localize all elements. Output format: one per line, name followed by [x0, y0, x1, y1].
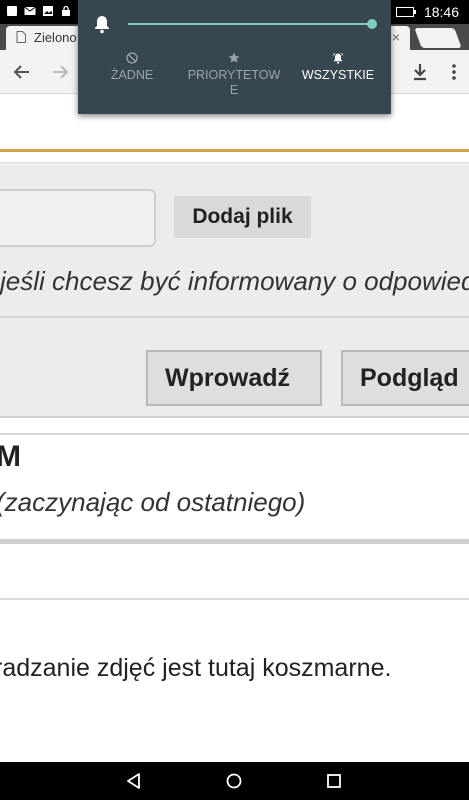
nav-home-icon[interactable]	[225, 772, 243, 790]
do-not-disturb-icon	[126, 52, 138, 64]
clock: 18:46	[423, 4, 459, 20]
file-name-field[interactable]	[0, 189, 156, 247]
comments-title: M	[0, 440, 21, 473]
comment-divider	[0, 598, 469, 600]
submit-button[interactable]: Wprowadź	[146, 350, 322, 406]
notify-checkbox-label[interactable]: jeśli chcesz być informowany o odpowiedz…	[0, 266, 469, 297]
option-none[interactable]: ŻADNE	[78, 52, 186, 83]
page-top-band	[0, 152, 469, 162]
tab-title: Zielono	[34, 30, 77, 45]
mail-icon	[24, 6, 36, 15]
bell-ring-icon	[332, 52, 344, 64]
form-bottom-divider	[0, 416, 469, 418]
navigation-bar	[0, 762, 469, 800]
add-file-button[interactable]: Dodaj plik	[174, 196, 311, 238]
notification-icon	[7, 6, 17, 16]
nav-recents-icon[interactable]	[325, 772, 343, 790]
volume-slider-track[interactable]	[128, 23, 372, 25]
menu-dots-icon[interactable]	[448, 62, 460, 82]
comment-body: radzanie zdjęć jest tutaj koszmarne.	[0, 654, 392, 682]
comments-header-panel	[0, 433, 469, 539]
screen: Dodaj plik jeśli chcesz być informowany …	[0, 0, 469, 800]
gallery-icon	[43, 6, 53, 16]
form-divider	[0, 316, 469, 318]
lock-icon	[62, 5, 70, 16]
battery-icon	[395, 7, 416, 17]
option-priority-label: PRIORYTETOWE	[187, 68, 281, 97]
panel-shadow	[0, 539, 469, 544]
notification-settings-panel: ŻADNE PRIORYTETOWE WSZYSTKIE	[78, 0, 391, 114]
option-none-label: ŻADNE	[110, 68, 154, 82]
star-icon	[228, 52, 240, 63]
forward-arrow-icon[interactable]	[50, 62, 70, 82]
download-icon[interactable]	[410, 62, 430, 82]
new-tab-button[interactable]	[414, 28, 462, 48]
page-icon	[16, 31, 26, 43]
preview-button[interactable]: Podgląd	[341, 350, 469, 406]
nav-back-icon[interactable]	[125, 772, 143, 790]
option-all[interactable]: WSZYSTKIE	[288, 52, 388, 83]
option-all-label: WSZYSTKIE	[301, 68, 375, 82]
tab-close-icon[interactable]: ×	[392, 29, 400, 45]
back-arrow-icon[interactable]	[12, 62, 32, 82]
bell-icon	[95, 16, 109, 34]
volume-slider-thumb[interactable]	[367, 19, 377, 29]
option-priority[interactable]: PRIORYTETOWE	[178, 52, 290, 98]
comments-sort-note: (zaczynając od ostatniego)	[0, 487, 306, 517]
